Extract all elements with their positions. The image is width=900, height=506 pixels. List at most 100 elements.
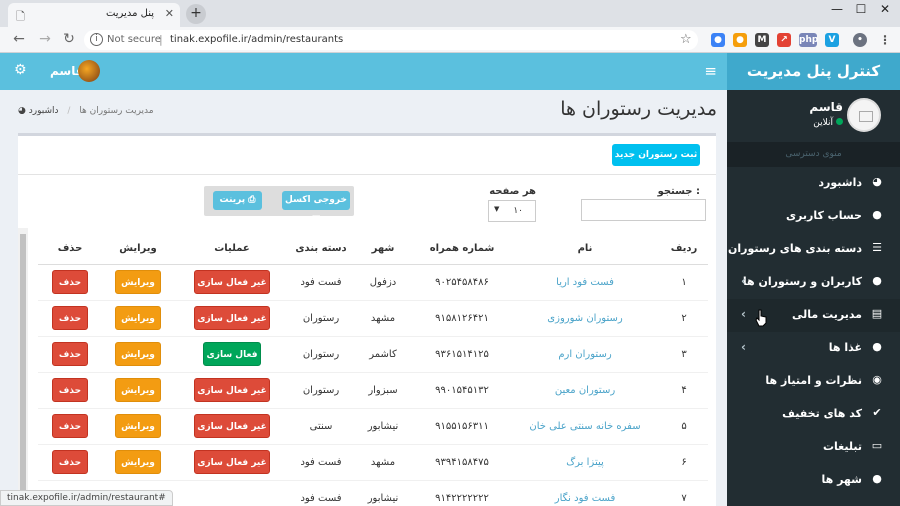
column-header-delete[interactable]: حذف	[38, 234, 102, 265]
edit-button[interactable]: ویرایش	[115, 378, 161, 402]
extension-icon[interactable]: php	[799, 33, 818, 47]
back-arrow-icon[interactable]: ←	[10, 31, 28, 47]
gears-icon[interactable]: ⚙	[14, 62, 27, 78]
status-bar: tinak.expofile.ir/admin/restaurant#	[0, 490, 173, 506]
sidebar-item-label: غذا ها	[828, 341, 862, 354]
row-number: ۴	[660, 371, 708, 408]
address-bar[interactable]: i Not secure | tinak.expofile.ir/admin/r…	[84, 30, 698, 50]
breadcrumb-dashboard[interactable]: داشبورد ◕	[18, 106, 59, 116]
category-cell: رستوران	[290, 335, 352, 372]
restaurant-name-link[interactable]: پیتزا برگ	[510, 443, 660, 480]
info-icon[interactable]: i	[90, 33, 103, 46]
actions-cell: غیر فعال سازی	[174, 263, 290, 300]
minimize-button[interactable]: —	[826, 2, 848, 16]
sidebar-item[interactable]: ● شهر ها	[727, 464, 900, 497]
per-page-label: هر صفحه	[489, 186, 536, 197]
scrollbar-thumb[interactable]	[20, 234, 26, 504]
table-header-row: ردیف نام شماره همراه شهر دسته بندی عملیا…	[38, 234, 708, 265]
sidebar-item-label: مدیریت مالی	[792, 308, 862, 321]
extension-icon[interactable]: ↗	[777, 33, 791, 47]
restaurant-name-link[interactable]: رستوران معین	[510, 371, 660, 408]
toggle-activation-button[interactable]: غیر فعال سازی	[194, 270, 270, 294]
phone-cell: ۹۰۲۵۴۵۸۴۸۶	[414, 263, 510, 300]
sidebar-item[interactable]: ◕ داشبورد	[727, 167, 900, 200]
edit-button[interactable]: ویرایش	[115, 342, 161, 366]
sidebar-item[interactable]: ● حساب کاربری	[727, 200, 900, 233]
maximize-button[interactable]: ☐	[850, 2, 872, 16]
table-row: ۳ رستوران ارم ۹۳۶۱۵۱۴۱۲۵ کاشمر رستوران فعال س…	[38, 335, 708, 372]
column-header-phone[interactable]: شماره همراه	[414, 234, 510, 265]
search-input[interactable]	[581, 199, 706, 221]
sidebar-item[interactable]: ☰ دسته بندی های رستوران	[727, 233, 900, 266]
star-icon[interactable]: ☆	[680, 32, 692, 47]
reload-icon[interactable]: ↻	[60, 31, 78, 47]
extension-icon[interactable]: ●	[711, 33, 725, 47]
delete-cell: حذف	[38, 335, 102, 372]
column-header-row[interactable]: ردیف	[660, 234, 708, 265]
new-restaurant-button[interactable]: ثبت رستوران جدید	[612, 144, 700, 166]
new-tab-button[interactable]: +	[186, 4, 206, 24]
forward-arrow-icon[interactable]: →	[36, 31, 54, 47]
column-header-city[interactable]: شهر	[352, 234, 414, 265]
restaurant-name-link[interactable]: رستوران ارم	[510, 335, 660, 372]
edit-button[interactable]: ویرایش	[115, 414, 161, 438]
close-window-button[interactable]: ✕	[874, 2, 896, 16]
sidebar-item-label: کاربران و رستوران ها	[742, 275, 862, 288]
close-icon[interactable]: ✕	[165, 7, 174, 20]
vertical-scrollbar[interactable]	[18, 228, 28, 506]
map-marker-icon: ●	[872, 472, 882, 485]
menu-dots-icon[interactable]: ⋮	[878, 33, 892, 47]
sidebar-item[interactable]: ✔ کد های تخفیف	[727, 398, 900, 431]
delete-button[interactable]: حذف	[52, 306, 88, 330]
delete-button[interactable]: حذف	[52, 414, 88, 438]
column-header-name[interactable]: نام	[510, 234, 660, 265]
sidebar-item[interactable]: ▭ تبلیغات	[727, 431, 900, 464]
delete-button[interactable]: حذف	[52, 342, 88, 366]
print-button[interactable]: پرینت ⎙	[213, 191, 262, 210]
column-header-actions[interactable]: عملیات	[174, 234, 290, 265]
delete-button[interactable]: حذف	[52, 270, 88, 294]
apple-icon: ●	[872, 340, 882, 353]
avatar[interactable]	[78, 60, 100, 82]
toggle-activation-button[interactable]: غیر فعال سازی	[194, 414, 270, 438]
excel-label: خروجی اکسل	[285, 195, 347, 205]
toggle-activation-button[interactable]: غیر فعال سازی	[194, 306, 270, 330]
dashboard-icon: ◕	[872, 175, 882, 188]
toggle-activation-button[interactable]: غیر فعال سازی	[194, 378, 270, 402]
excel-export-button[interactable]: خروجی اکسل ▣	[282, 191, 350, 224]
extension-icon[interactable]: V	[825, 33, 839, 47]
sidebar-item[interactable]: ◉ نظرات و امتیاز ها	[727, 365, 900, 398]
edit-button[interactable]: ویرایش	[115, 450, 161, 474]
delete-button[interactable]: حذف	[52, 450, 88, 474]
restaurant-name-link[interactable]: رستوران شوروزی	[510, 299, 660, 336]
profile-icon[interactable]: •	[853, 33, 867, 47]
extension-icon[interactable]: M	[755, 33, 769, 47]
sidebar: قاسم آنلاین منوی دسترسی ◕ داشبورد ● حساب کا…	[727, 90, 900, 506]
edit-button[interactable]: ویرایش	[115, 270, 161, 294]
restaurant-name-link[interactable]: فست فود نگار	[510, 479, 660, 506]
chevron-left-icon: ‹	[741, 307, 746, 321]
column-header-edit[interactable]: ویرایش	[102, 234, 174, 265]
city-cell: مشهد	[352, 443, 414, 480]
sidebar-item[interactable]: ● غذا ها ‹	[727, 332, 900, 365]
page-title: مدیریت رستوران ها	[560, 98, 717, 120]
toggle-activation-button[interactable]: غیر فعال سازی	[194, 450, 270, 474]
delete-cell: حذف	[38, 443, 102, 480]
not-secure-label: Not secure	[107, 34, 161, 45]
row-number: ۳	[660, 335, 708, 372]
sidebar-item[interactable]: ● کاربران و رستوران ها ‹	[727, 266, 900, 299]
per-page-select[interactable]: ۱۰ ▼	[488, 200, 536, 222]
edit-button[interactable]: ویرایش	[115, 306, 161, 330]
brand-logo[interactable]: کنترل پنل مدیریت	[727, 53, 900, 90]
extension-icon[interactable]: ●	[733, 33, 747, 47]
restaurant-name-link[interactable]: سفره خانه سنتی علی خان	[510, 407, 660, 444]
row-number: ۲	[660, 299, 708, 336]
column-header-category[interactable]: دسته بندی	[290, 234, 352, 265]
restaurant-name-link[interactable]: فست فود اریا	[510, 263, 660, 300]
toggle-activation-button[interactable]: فعال سازی	[203, 342, 261, 366]
delete-button[interactable]: حذف	[52, 378, 88, 402]
url-text[interactable]: tinak.expofile.ir/admin/restaurants	[170, 34, 343, 45]
sidebar-item[interactable]: ▤ مدیریت مالی ‹	[727, 299, 900, 332]
hamburger-icon[interactable]: ≡	[704, 62, 717, 80]
browser-tab[interactable]: 🗋 پنل مدیریت ✕	[8, 3, 180, 27]
